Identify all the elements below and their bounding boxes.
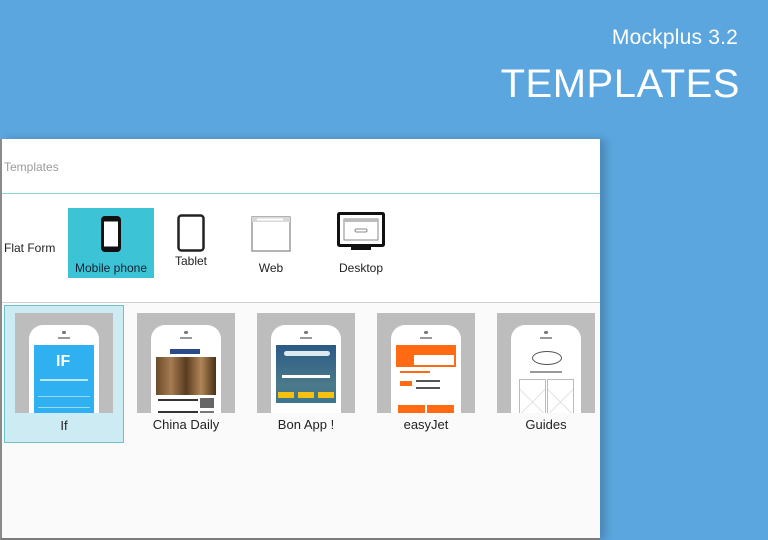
brand-subtitle: Mockplus 3.2 (611, 26, 738, 49)
mobile-phone-icon (101, 216, 121, 252)
template-label: If (60, 418, 68, 433)
brand-title: TEMPLATES (500, 62, 740, 106)
platform-web[interactable]: Web (228, 208, 314, 278)
template-list: IF If China Daily Bon App ! easyJet Guid… (2, 303, 600, 463)
template-thumbnail: IF (15, 313, 113, 413)
template-thumbnail (137, 313, 235, 413)
template-label: China Daily (152, 417, 220, 432)
template-thumbnail (377, 313, 475, 413)
template-thumbnail (257, 313, 355, 413)
window-header: Templates (2, 139, 600, 194)
template-thumbnail (497, 313, 595, 413)
platform-desktop-label: Desktop (338, 261, 384, 275)
template-card-guides[interactable]: Guides (486, 305, 606, 443)
template-card-china-daily[interactable]: China Daily (126, 305, 246, 443)
template-label: Guides (525, 417, 567, 432)
platform-desktop[interactable]: Desktop (318, 208, 404, 278)
platform-mobile-phone-label: Mobile phone (74, 261, 148, 275)
templates-window: Templates Flat Form Mobile phone Tablet (0, 139, 600, 540)
platform-selector: Flat Form Mobile phone Tablet Web Deskto… (2, 194, 600, 303)
template-card-bon-app[interactable]: Bon App ! (246, 305, 366, 443)
web-browser-icon (251, 216, 291, 252)
platform-mobile-phone[interactable]: Mobile phone (68, 208, 154, 278)
template-card-easyjet[interactable]: easyJet (366, 305, 486, 443)
platform-tablet-label: Tablet (174, 254, 208, 268)
template-label: Bon App ! (277, 417, 335, 432)
window-title: Templates (4, 160, 59, 174)
platform-web-label: Web (258, 261, 284, 275)
desktop-monitor-icon (337, 212, 385, 250)
template-label: easyJet (403, 417, 449, 432)
platform-tablet[interactable]: Tablet (148, 208, 234, 278)
platform-label: Flat Form (4, 241, 56, 255)
tablet-icon (177, 214, 205, 252)
template-card-if[interactable]: IF If (4, 305, 124, 443)
